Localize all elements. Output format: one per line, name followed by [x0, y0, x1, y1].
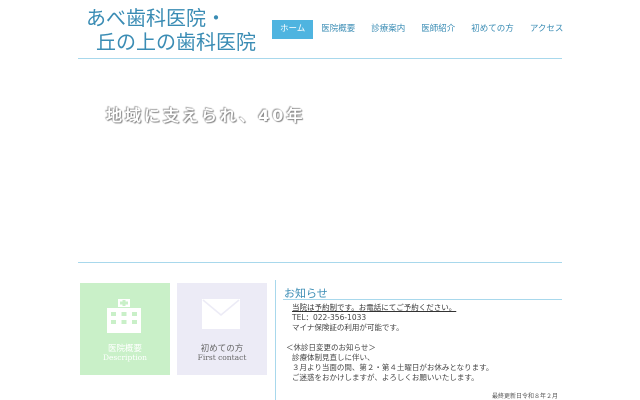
- clinic-overview-tile[interactable]: 医院概要 Description: [80, 283, 170, 375]
- nav-clinic-overview[interactable]: 医院概要: [313, 20, 363, 39]
- news-line-insurance: マイナ保険証の利用が可能です。: [292, 323, 404, 332]
- reservation-link[interactable]: 当院は予約制です。お電話にてご予約ください。: [292, 303, 456, 312]
- main-nav: ホーム 医院概要 診療案内 医師紹介 初めての方 アクセス: [272, 20, 571, 39]
- site-title-line2: 丘の上の歯科医院: [96, 30, 256, 54]
- news-vertical-divider: [275, 280, 276, 400]
- nav-home[interactable]: ホーム: [272, 20, 314, 39]
- nav-access[interactable]: アクセス: [522, 20, 572, 39]
- hero-area: [78, 59, 562, 262]
- news-body: 当院は予約制です。お電話にてご予約ください。 TEL：022-356-1033 …: [286, 303, 493, 383]
- site-title-line1: あべ歯科医院・: [86, 6, 226, 30]
- nav-treatment[interactable]: 診療案内: [363, 20, 413, 39]
- news-divider: [283, 299, 562, 300]
- first-visit-tile[interactable]: 初めての方 First contact: [177, 283, 267, 375]
- site-title[interactable]: あべ歯科医院・ 丘の上の歯科医院: [86, 6, 256, 54]
- first-visit-tile-sub: First contact: [197, 353, 247, 362]
- news-line-apology: ご迷惑をおかけしますが、よろしくお願いいたします。: [292, 373, 479, 382]
- last-updated: 最終更新日令和８年２月: [491, 393, 558, 400]
- nav-doctor[interactable]: 医師紹介: [413, 20, 463, 39]
- hero-divider: [78, 262, 562, 263]
- envelope-icon: [202, 299, 240, 333]
- nav-first-visit[interactable]: 初めての方: [463, 20, 522, 39]
- hospital-icon: [107, 299, 141, 337]
- hero-tagline: 地域に支えられ、40年: [106, 106, 306, 125]
- clinic-overview-tile-sub: Description: [102, 353, 148, 362]
- news-blank: [286, 333, 493, 343]
- news-tel: TEL：022-356-1033: [292, 313, 367, 322]
- news-line-notice-title: ＜休診日変更のお知らせ＞: [286, 343, 376, 352]
- news-line-reason: 診療体制見直しに伴い、: [292, 353, 375, 362]
- news-line-saturday: ３月より当面の間、第２・第４土曜日がお休みとなります。: [292, 363, 494, 372]
